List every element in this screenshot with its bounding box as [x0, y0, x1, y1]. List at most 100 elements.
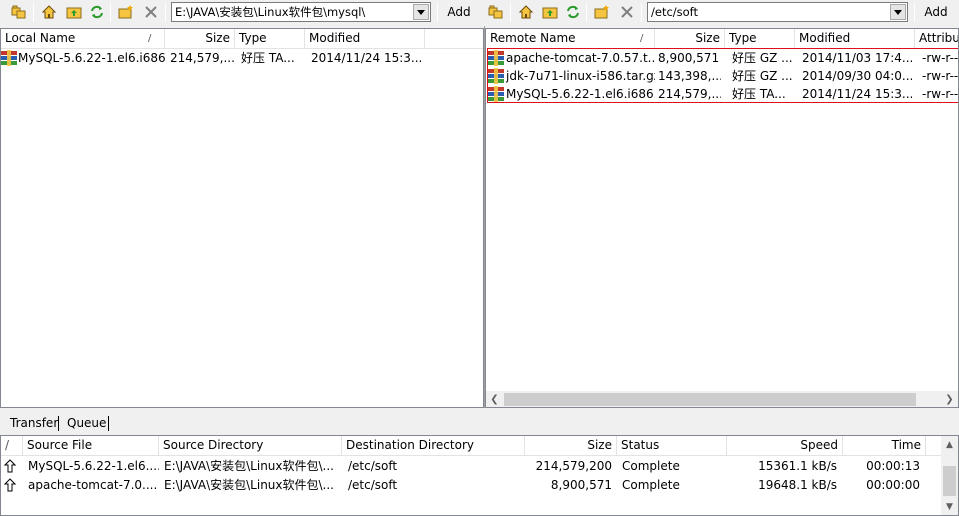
list-item[interactable]: MySQL-5.6.22-1.el6.i686... 214,579,... 好…	[486, 85, 958, 103]
column-header-type[interactable]: Type	[725, 29, 795, 49]
toolbar-separator	[586, 3, 587, 22]
transfer-vertical-scrollbar[interactable]: ▲ ▼	[941, 436, 958, 515]
column-header-size[interactable]: Size	[655, 29, 725, 49]
file-attributes: -rw-r--	[922, 69, 959, 83]
transfer-file: apache-tomcat-7.0....	[28, 478, 158, 492]
local-path-combo[interactable]	[171, 2, 431, 22]
scroll-up-icon[interactable]: ▲	[941, 436, 958, 453]
toolbar-separator	[914, 3, 915, 22]
tab-transfer[interactable]: Transfer	[6, 415, 62, 432]
column-header-size[interactable]: Size	[525, 436, 617, 456]
table-row[interactable]: apache-tomcat-7.0.... E:\JAVA\安装包\Linux软…	[1, 476, 941, 494]
column-header-remote-name[interactable]: Remote Name	[486, 29, 655, 49]
remote-file-list[interactable]: Remote Name / Size Type Modified Attribu…	[485, 28, 959, 408]
local-pane: Add Local Name / Size Type Modified MySQ…	[0, 0, 484, 408]
file-type: 好压 TA...	[241, 51, 295, 65]
column-header-source-file[interactable]: Source File	[23, 436, 159, 456]
up-folder-icon[interactable]	[65, 3, 83, 21]
delete-icon[interactable]	[142, 3, 160, 21]
toolbar-separator	[165, 3, 166, 22]
upload-arrow-icon	[4, 478, 16, 492]
local-toolbar: Add	[0, 0, 484, 26]
transfer-speed: 19648.1 kB/s	[758, 478, 837, 492]
scroll-thumb[interactable]	[504, 393, 916, 406]
column-header-status[interactable]: Status	[617, 436, 727, 456]
file-size: 8,900,571	[658, 51, 720, 65]
delete-icon[interactable]	[618, 3, 636, 21]
local-file-list[interactable]: Local Name / Size Type Modified MySQL-5.…	[0, 28, 484, 408]
home-icon[interactable]	[517, 3, 535, 21]
scroll-left-icon[interactable]: ❮	[486, 391, 503, 407]
new-folder-icon[interactable]	[593, 3, 611, 21]
column-header-local-name[interactable]: Local Name	[1, 29, 165, 49]
local-list-header: Local Name / Size Type Modified	[1, 29, 483, 49]
column-header-direction[interactable]: /	[1, 436, 23, 456]
up-folder-icon[interactable]	[541, 3, 559, 21]
file-name: jdk-7u71-linux-i586.tar.gz	[506, 69, 655, 83]
scroll-down-icon[interactable]: ▼	[941, 498, 958, 515]
archive-file-icon	[488, 86, 504, 102]
file-size: 143,398,...	[658, 69, 721, 83]
file-name: MySQL-5.6.22-1.el6.i686...	[18, 51, 167, 65]
column-header-speed[interactable]: Speed	[727, 436, 843, 456]
toolbar-separator	[641, 3, 642, 22]
file-type: 好压 GZ ...	[732, 69, 793, 83]
chevron-down-icon[interactable]	[413, 4, 429, 20]
file-attributes: -rw-r--	[922, 87, 959, 101]
transfer-time: 00:00:00	[866, 478, 920, 492]
local-add-button[interactable]: Add	[440, 2, 478, 22]
column-header-time[interactable]: Time	[843, 436, 926, 456]
remote-horizontal-scrollbar[interactable]: ❮ ❯	[486, 390, 958, 407]
transfer-time: 00:00:13	[866, 459, 920, 473]
column-header-source-directory[interactable]: Source Directory	[159, 436, 342, 456]
toolbar-separator	[510, 3, 511, 22]
file-attributes: -rw-r--	[922, 51, 959, 65]
remote-list-header: Remote Name / Size Type Modified Attribu	[486, 29, 958, 49]
file-type: 好压 GZ ...	[732, 51, 793, 65]
list-item[interactable]: apache-tomcat-7.0.57.t... 8,900,571 好压 G…	[486, 49, 958, 67]
file-modified: 2014/11/03 17:4...	[802, 51, 914, 65]
list-item[interactable]: MySQL-5.6.22-1.el6.i686... 214,579,... 好…	[1, 49, 483, 67]
toolbar-separator	[437, 3, 438, 22]
file-type: 好压 TA...	[732, 87, 786, 101]
scroll-thumb[interactable]	[943, 466, 956, 496]
scroll-right-icon[interactable]: ❯	[941, 391, 958, 407]
remote-pane: Add Remote Name / Size Type Modified Att…	[485, 0, 959, 408]
file-name: MySQL-5.6.22-1.el6.i686...	[506, 87, 655, 101]
column-header-modified[interactable]: Modified	[795, 29, 915, 49]
remote-path-input[interactable]	[650, 4, 888, 20]
file-modified: 2014/09/30 04:0...	[802, 69, 914, 83]
local-path-input[interactable]	[174, 4, 411, 20]
tab-separator	[108, 416, 109, 431]
column-header-size[interactable]: Size	[165, 29, 235, 49]
transfer-list[interactable]: / Source File Source Directory Destinati…	[0, 435, 959, 516]
column-header-destination-directory[interactable]: Destination Directory	[342, 436, 525, 456]
file-size: 214,579,...	[658, 87, 721, 101]
home-icon[interactable]	[40, 3, 58, 21]
toolbar-separator	[110, 3, 111, 22]
upload-arrow-icon	[4, 459, 16, 473]
connect-icon[interactable]	[487, 3, 505, 21]
column-header-modified[interactable]: Modified	[305, 29, 425, 49]
chevron-down-icon[interactable]	[890, 4, 906, 20]
new-folder-icon[interactable]	[117, 3, 135, 21]
remote-add-button[interactable]: Add	[917, 2, 955, 22]
transfer-dest-dir: /etc/soft	[348, 478, 398, 492]
transfer-status: Complete	[622, 459, 680, 473]
sort-indicator-icon: /	[640, 33, 644, 44]
toolbar-separator	[33, 3, 34, 22]
connect-icon[interactable]	[10, 3, 28, 21]
sort-indicator-icon: /	[148, 33, 152, 44]
remote-path-combo[interactable]	[647, 2, 908, 22]
column-header-type[interactable]: Type	[235, 29, 305, 49]
refresh-icon[interactable]	[564, 3, 582, 21]
transfer-source-dir: E:\JAVA\安装包\Linux软件包\...	[164, 478, 334, 492]
file-modified: 2014/11/24 15:3...	[802, 87, 914, 101]
tab-queue[interactable]: Queue	[63, 415, 110, 432]
refresh-icon[interactable]	[88, 3, 106, 21]
table-row[interactable]: MySQL-5.6.22-1.el6.... E:\JAVA\安装包\Linux…	[1, 457, 941, 475]
column-header-attributes[interactable]: Attribu	[915, 29, 958, 49]
transfer-dest-dir: /etc/soft	[348, 459, 398, 473]
transfer-status: Complete	[622, 478, 680, 492]
list-item[interactable]: jdk-7u71-linux-i586.tar.gz 143,398,... 好…	[486, 67, 958, 85]
